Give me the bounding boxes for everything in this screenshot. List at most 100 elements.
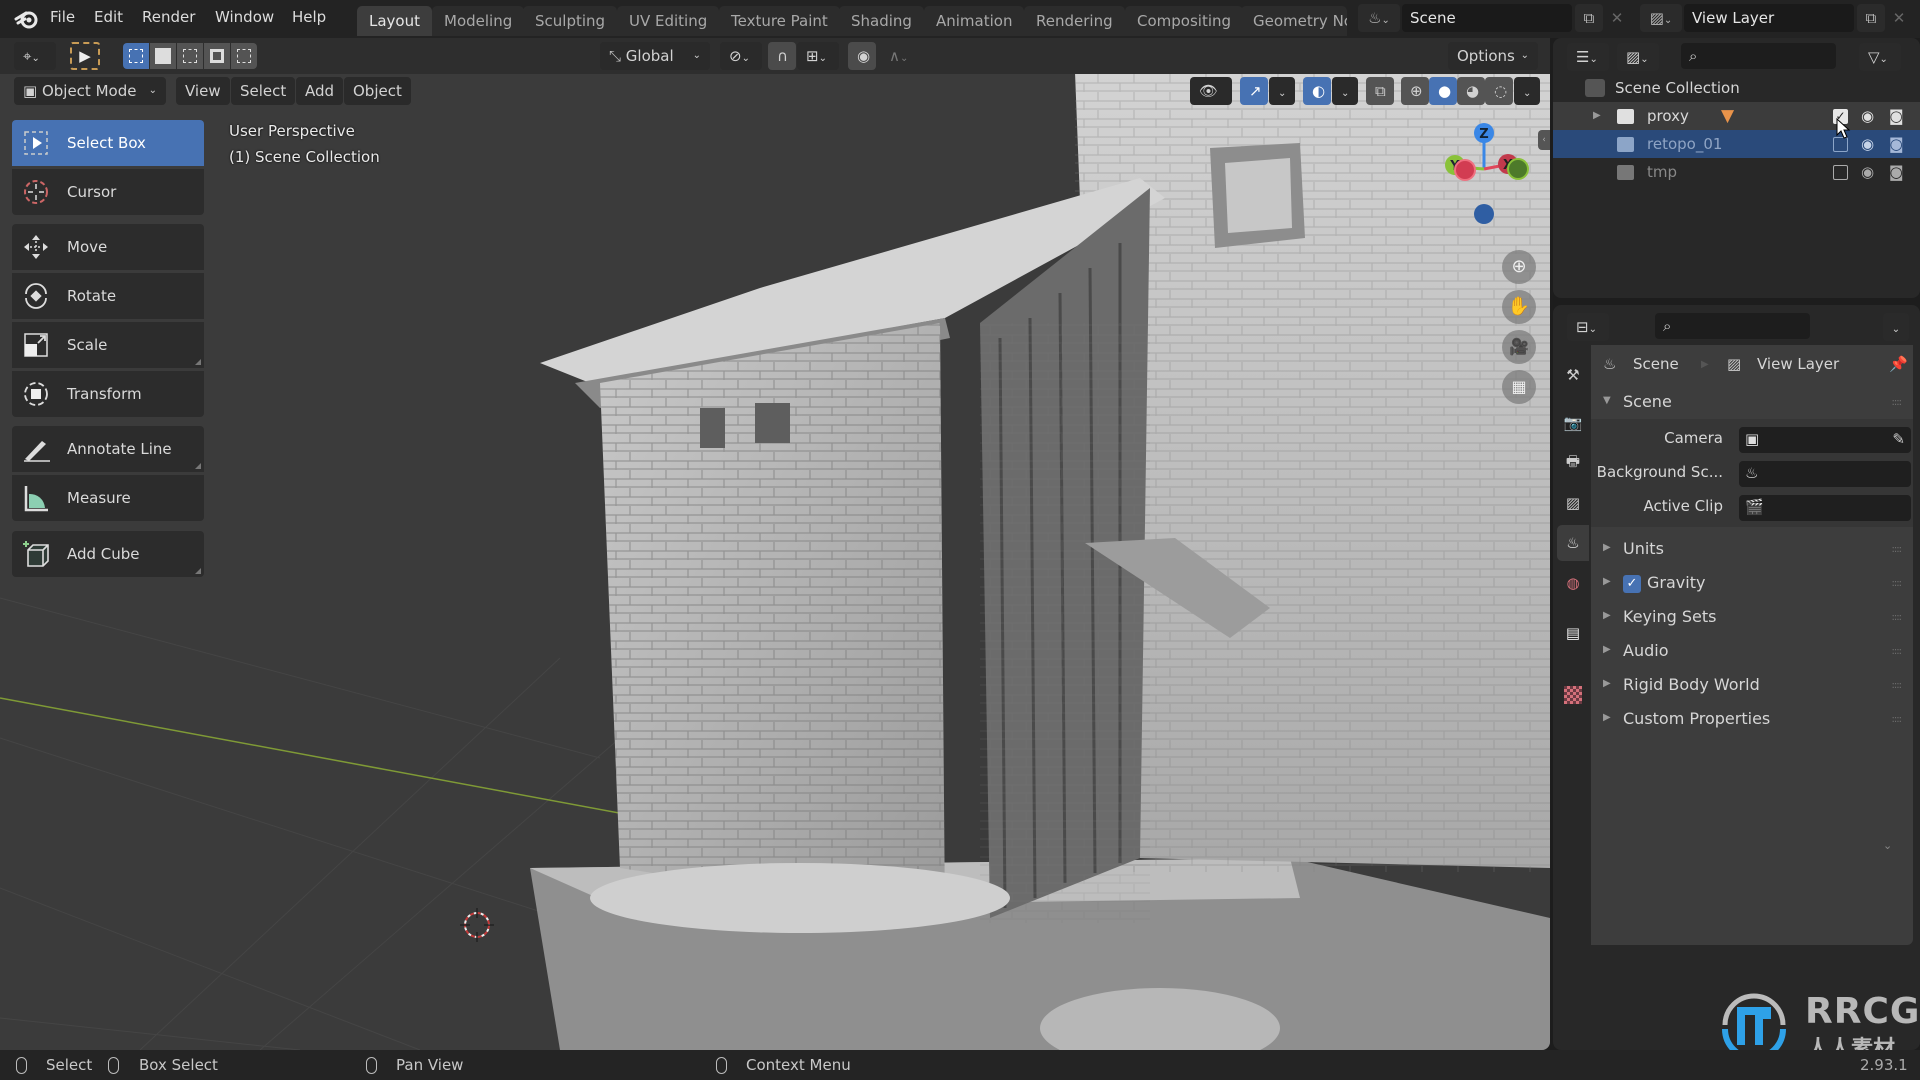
panel-units[interactable]: ▶ Units ::::: [1591, 533, 1913, 567]
properties-search-input[interactable]: ⌕: [1655, 313, 1810, 339]
navigation-gizmo[interactable]: Z Y X: [1430, 120, 1540, 250]
properties-editor-type-button[interactable]: ⊟⌄: [1567, 313, 1609, 341]
tab-animation[interactable]: Animation: [924, 6, 1025, 36]
outliner-item-tmp[interactable]: tmp ◉ ◙: [1553, 158, 1920, 186]
tab-texture[interactable]: [1557, 677, 1589, 713]
blender-logo-icon[interactable]: [14, 6, 40, 32]
tab-texture-paint[interactable]: Texture Paint: [719, 6, 840, 36]
ortho-toggle-button[interactable]: ▦: [1502, 370, 1536, 404]
pin-icon[interactable]: 📌: [1889, 355, 1908, 373]
tab-shading[interactable]: Shading: [839, 6, 924, 36]
tool-measure[interactable]: Measure: [12, 475, 204, 521]
proportional-falloff-dropdown[interactable]: ∧⌄: [880, 42, 922, 70]
gravity-checkbox[interactable]: ✓: [1623, 575, 1641, 593]
shading-material-button[interactable]: ◕: [1457, 77, 1485, 105]
drag-handle-icon[interactable]: ::::: [1892, 680, 1903, 691]
snap-target-dropdown[interactable]: ⊞⌄: [797, 42, 839, 70]
tool-select-box[interactable]: Select Box: [12, 120, 204, 166]
menu-window[interactable]: Window: [215, 8, 274, 26]
tool-add-cube[interactable]: Add Cube: [12, 531, 204, 577]
eye-icon[interactable]: ◉: [1861, 158, 1874, 186]
tab-uv-editing[interactable]: UV Editing: [617, 6, 720, 36]
view-layer-name-field[interactable]: View Layer: [1684, 4, 1854, 32]
camera-view-button[interactable]: 🎥: [1502, 330, 1536, 364]
snap-toggle[interactable]: ∩: [768, 42, 796, 70]
menu-render[interactable]: Render: [142, 8, 195, 26]
tool-transform[interactable]: Transform: [12, 371, 204, 417]
outliner-search-input[interactable]: ⌕: [1681, 43, 1836, 69]
menu-view[interactable]: View: [176, 77, 230, 105]
shading-rendered-button[interactable]: ◌: [1485, 77, 1513, 105]
delete-view-layer-button[interactable]: ✕: [1885, 4, 1913, 32]
view-layer-selector-button[interactable]: ▨⌄: [1640, 4, 1682, 32]
outliner-editor-type-button[interactable]: ☰⌄: [1567, 43, 1609, 71]
render-camera-icon[interactable]: ◙: [1889, 102, 1904, 130]
menu-file[interactable]: File: [50, 8, 75, 26]
eye-icon[interactable]: ◉: [1861, 130, 1874, 158]
panel-audio[interactable]: ▶ Audio ::::: [1591, 635, 1913, 669]
tab-rendering[interactable]: Rendering: [1024, 6, 1125, 36]
tab-collection[interactable]: ▤: [1557, 615, 1589, 651]
panel-keying-sets[interactable]: ▶ Keying Sets ::::: [1591, 601, 1913, 635]
overlays-dropdown[interactable]: ⌄: [1332, 77, 1358, 105]
menu-select[interactable]: Select: [231, 77, 296, 105]
sidebar-toggle[interactable]: ‹: [1538, 130, 1550, 150]
panel-custom-properties[interactable]: ▶ Custom Properties ::::: [1591, 703, 1913, 737]
select-mode-new-button[interactable]: [123, 43, 149, 69]
eye-icon[interactable]: ◉: [1861, 102, 1874, 130]
drag-handle-icon[interactable]: ::::: [1892, 397, 1903, 408]
pivot-point-dropdown[interactable]: ⊘⌄: [720, 42, 762, 70]
transform-orientation-dropdown[interactable]: ⤡ Global ⌄: [600, 42, 710, 70]
menu-object[interactable]: Object: [344, 77, 411, 105]
select-mode-extend-button[interactable]: [150, 43, 176, 69]
drag-handle-icon[interactable]: ::::: [1892, 578, 1903, 589]
overlays-toggle[interactable]: ◐: [1303, 77, 1331, 105]
panel-gravity[interactable]: ▶ ✓ Gravity ::::: [1591, 567, 1913, 601]
tab-world[interactable]: ◍: [1557, 565, 1589, 601]
render-camera-icon[interactable]: ◙: [1889, 158, 1904, 186]
new-view-layer-button[interactable]: ⧉: [1857, 4, 1885, 32]
tool-annotate-line[interactable]: Annotate Line: [12, 426, 204, 472]
gizmo-toggle[interactable]: ↗: [1240, 77, 1268, 105]
new-scene-button[interactable]: ⧉: [1575, 4, 1603, 32]
drag-handle-icon[interactable]: ::::: [1892, 612, 1903, 623]
outliner-filter-dropdown[interactable]: ▽⌄: [1859, 43, 1901, 71]
editor-type-button[interactable]: ⌖⌄: [14, 42, 56, 70]
scene-selector-button[interactable]: ♨⌄: [1358, 4, 1400, 32]
shading-dropdown[interactable]: ⌄: [1514, 77, 1540, 105]
active-clip-field[interactable]: 🎬: [1739, 495, 1911, 521]
tab-view-layer[interactable]: ▨: [1557, 485, 1589, 521]
exclude-checkbox[interactable]: [1833, 165, 1848, 180]
panel-rigid-body-world[interactable]: ▶ Rigid Body World ::::: [1591, 669, 1913, 703]
mode-dropdown[interactable]: ▣ Object Mode ⌄: [14, 77, 166, 105]
shading-solid-button[interactable]: ●: [1429, 77, 1457, 105]
tool-cursor[interactable]: Cursor: [12, 169, 204, 215]
menu-edit[interactable]: Edit: [94, 8, 123, 26]
collapse-region-icon[interactable]: ⌄: [1883, 839, 1892, 852]
drag-handle-icon[interactable]: ::::: [1892, 714, 1903, 725]
tab-geometry-nodes[interactable]: Geometry Nc: [1241, 6, 1347, 36]
tab-scene[interactable]: ♨: [1557, 525, 1589, 561]
select-mode-invert-button[interactable]: [204, 43, 230, 69]
scene-name-field[interactable]: Scene: [1402, 4, 1572, 32]
tool-rotate[interactable]: Rotate: [12, 273, 204, 319]
properties-options-dropdown[interactable]: ⌄: [1883, 313, 1909, 341]
delete-scene-button[interactable]: ✕: [1603, 4, 1631, 32]
3d-cursor-icon[interactable]: [458, 906, 496, 944]
tab-tool[interactable]: ⚒: [1557, 357, 1589, 393]
menu-help[interactable]: Help: [292, 8, 326, 26]
outliner-scene-collection[interactable]: Scene Collection: [1553, 74, 1920, 102]
background-scene-field[interactable]: ♨: [1739, 461, 1911, 487]
gizmo-dropdown[interactable]: ⌄: [1269, 77, 1295, 105]
menu-add[interactable]: Add: [296, 77, 344, 105]
tab-compositing[interactable]: Compositing: [1125, 6, 1244, 36]
scene-section-header[interactable]: ▼ Scene ::::: [1591, 387, 1913, 419]
select-mode-intersect-button[interactable]: [231, 43, 257, 69]
pan-view-button[interactable]: ✋: [1502, 290, 1536, 324]
camera-field[interactable]: ▣ ✎: [1739, 427, 1911, 453]
eyedropper-icon[interactable]: ✎: [1892, 430, 1905, 448]
expand-arrow-icon[interactable]: ▶: [1593, 102, 1601, 130]
tab-modeling[interactable]: Modeling: [432, 6, 525, 36]
zoom-view-button[interactable]: ⊕: [1502, 250, 1536, 284]
outliner-item-proxy[interactable]: ▶ proxy ▼ ✓ ◉ ◙: [1553, 102, 1920, 130]
